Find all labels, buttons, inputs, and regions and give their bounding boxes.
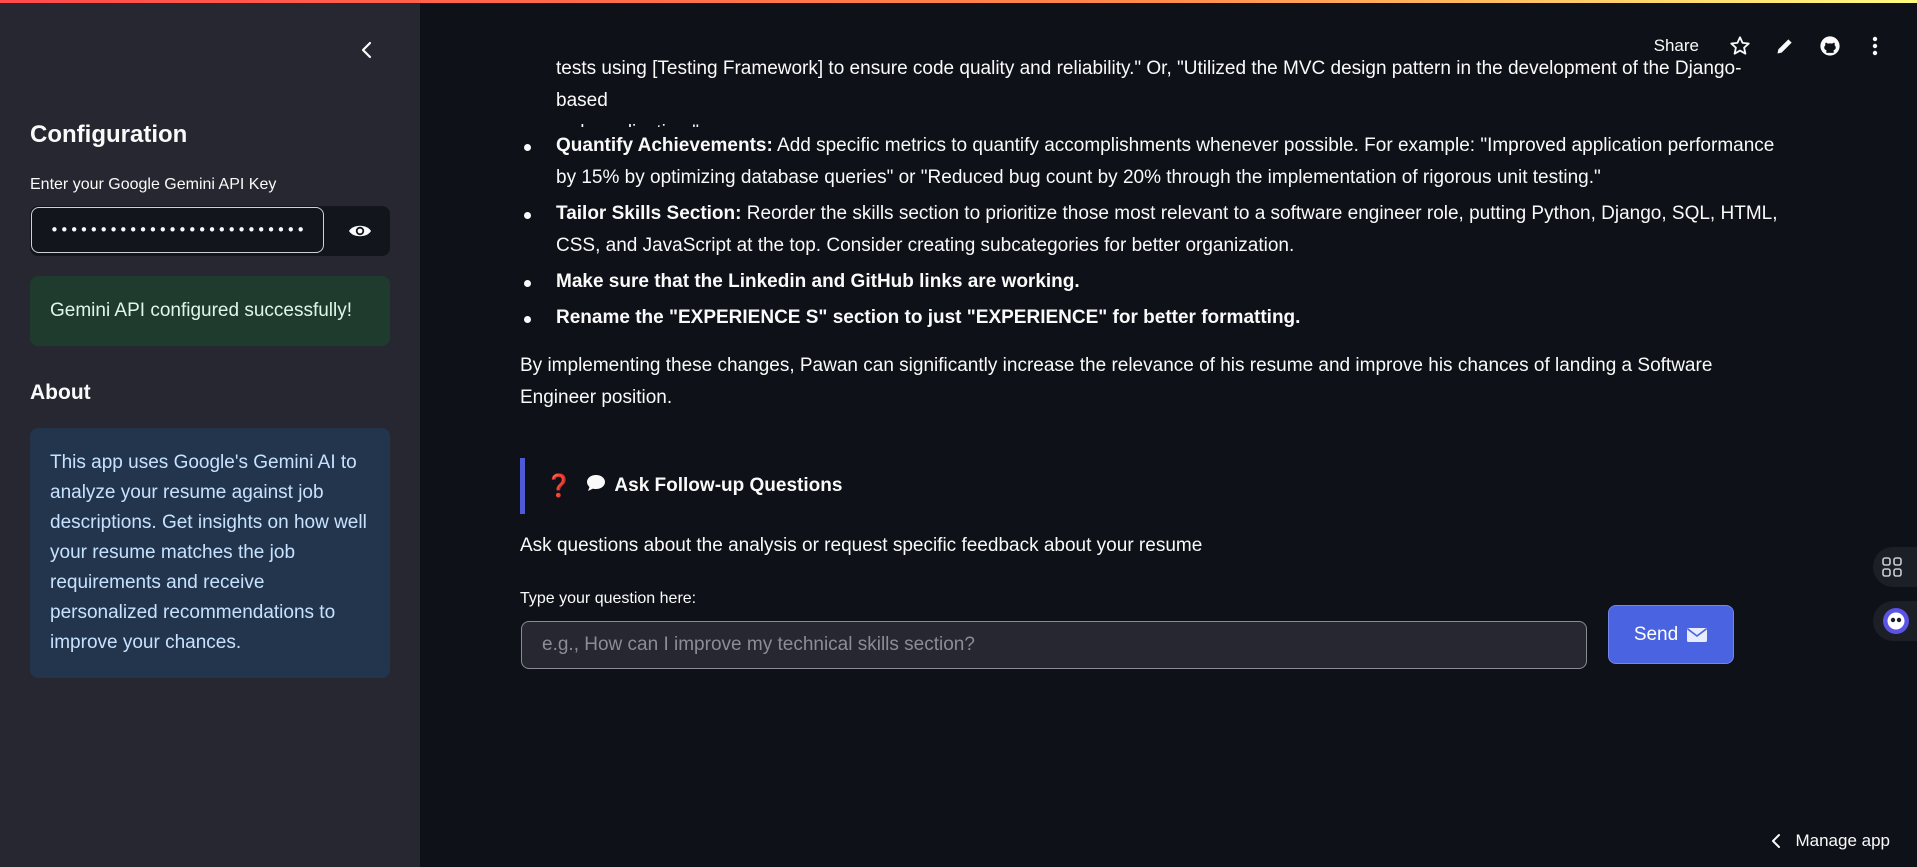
list-item: Rename the "EXPERIENCE S" section to jus… [520, 302, 1790, 334]
grid-icon [1882, 557, 1902, 577]
sidebar: Configuration Enter your Google Gemini A… [0, 0, 420, 867]
envelope-icon [1687, 627, 1708, 642]
configuration-heading: Configuration [30, 121, 188, 148]
list-item: Tailor Skills Section: Reorder the skill… [520, 198, 1790, 262]
assistant-float-button[interactable] [1873, 601, 1917, 641]
recommendation-title: Rename the "EXPERIENCE S" section to jus… [556, 307, 1301, 328]
api-key-input[interactable] [31, 207, 324, 253]
recommendation-list: Quantify Achievements: Add specific metr… [520, 130, 1790, 334]
recommendation-title: Make sure that the Linkedin and GitHub l… [556, 271, 1080, 292]
speech-bubble-icon [586, 474, 606, 498]
follow-up-title: Ask Follow-up Questions [614, 475, 843, 496]
api-key-field-group [30, 206, 390, 256]
clipped-line: tests using [Testing Framework] to ensur… [556, 58, 1742, 111]
follow-up-section-header: ❓ Ask Follow-up Questions [520, 458, 1120, 514]
about-heading: About [30, 381, 91, 404]
collapse-sidebar-button[interactable] [353, 36, 381, 64]
assistant-bot-icon [1883, 608, 1909, 634]
clipped-line: web application." [556, 117, 1790, 127]
recommendation-list-container: Quantify Achievements: Add specific metr… [520, 130, 1790, 414]
question-mark-icon: ❓ [545, 473, 573, 498]
chevron-left-icon [1772, 834, 1781, 848]
api-key-label: Enter your Google Gemini API Key [30, 176, 277, 193]
conclusion-paragraph: By implementing these changes, Pawan can… [520, 355, 1713, 408]
chevron-left-icon [361, 41, 372, 59]
follow-up-description: Ask questions about the analysis or requ… [520, 535, 1203, 556]
list-item: Make sure that the Linkedin and GitHub l… [520, 266, 1790, 298]
manage-app-label: Manage app [1795, 831, 1890, 850]
success-alert: Gemini API configured successfully! [30, 276, 390, 346]
toggle-visibility-button[interactable] [334, 206, 386, 256]
top-decoration-bar [0, 0, 1917, 3]
share-button[interactable]: Share [1654, 36, 1699, 56]
send-label: Send [1633, 623, 1679, 645]
about-info-box: This app uses Google's Gemini AI to anal… [30, 428, 390, 678]
question-input[interactable] [521, 621, 1587, 669]
list-item: Quantify Achievements: Add specific metr… [520, 130, 1790, 194]
manage-app-button[interactable]: Manage app [1771, 831, 1890, 851]
github-icon [1819, 36, 1840, 56]
star-icon [1729, 36, 1750, 55]
recommendation-title: Quantify Achievements: [556, 135, 773, 156]
recommendation-title: Tailor Skills Section: [556, 203, 742, 224]
send-button[interactable]: Send [1608, 605, 1734, 664]
eye-icon [349, 225, 371, 237]
scrolled-bullet-text: tests using [Testing Framework] to ensur… [520, 57, 1790, 127]
more-menu-button[interactable] [1852, 30, 1897, 62]
pencil-icon [1777, 39, 1792, 54]
github-button[interactable] [1807, 30, 1852, 62]
apps-float-button[interactable] [1873, 547, 1917, 587]
more-vertical-icon [1872, 36, 1877, 56]
question-label: Type your question here: [520, 590, 697, 607]
